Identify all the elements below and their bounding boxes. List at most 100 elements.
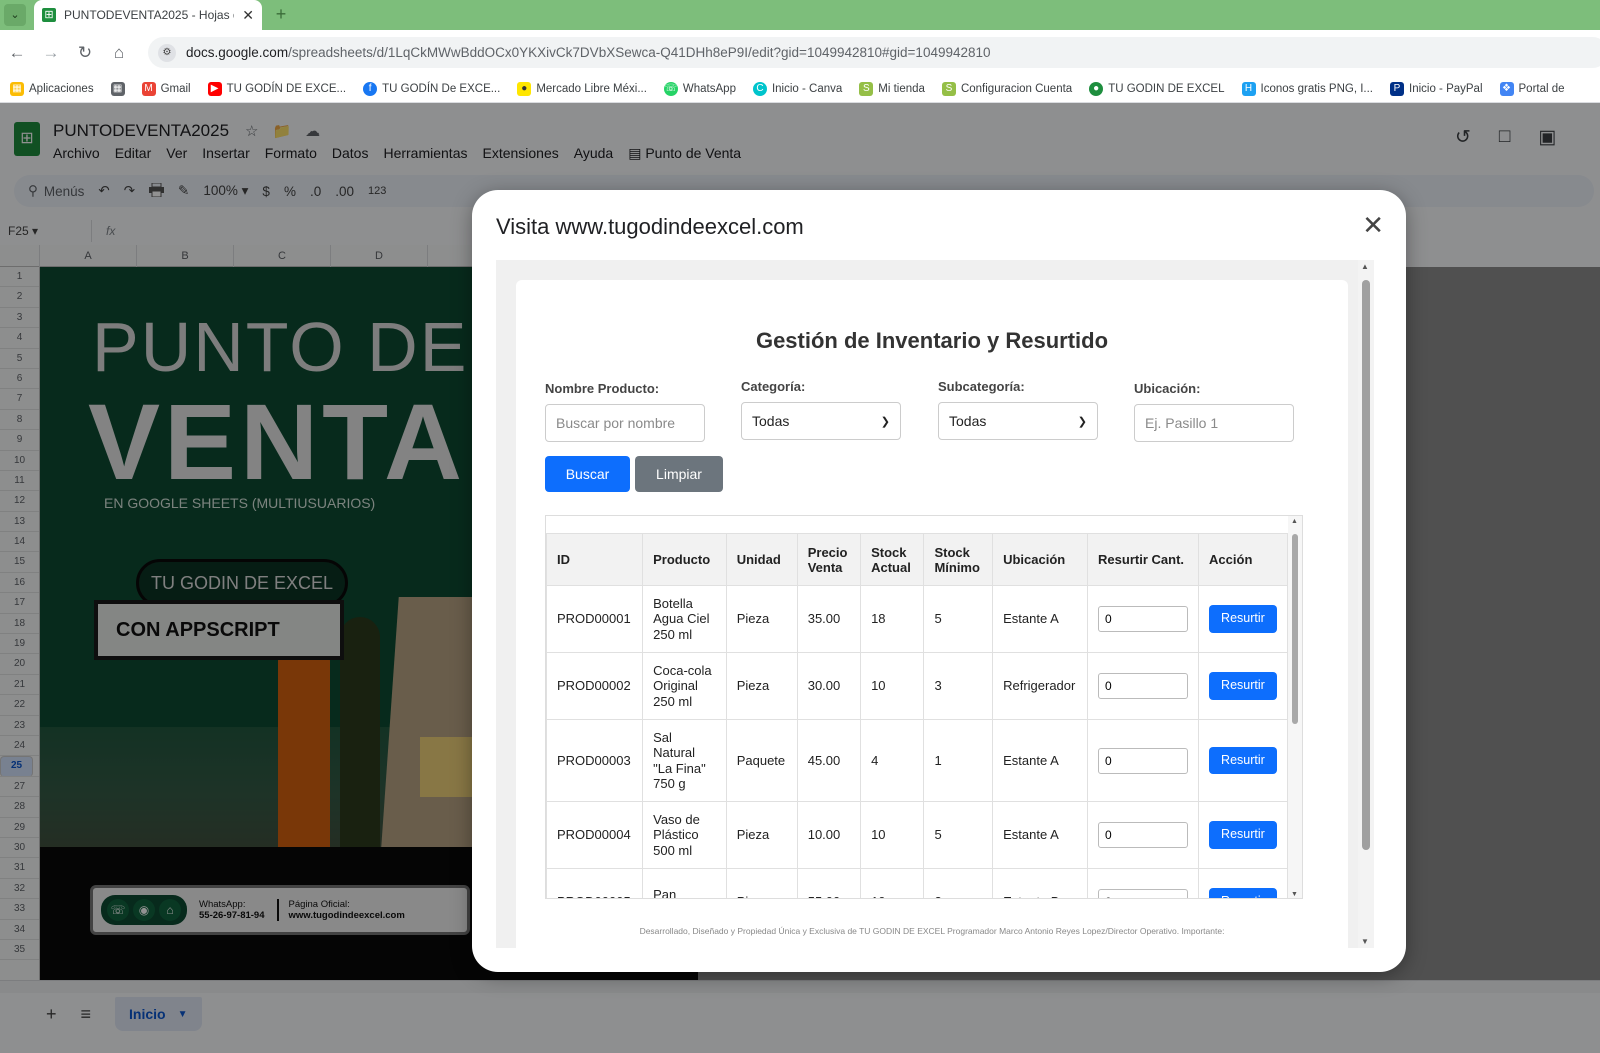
cell-unidad: Pieza — [725, 652, 798, 720]
limpiar-button[interactable]: Limpiar — [635, 456, 723, 492]
cell-stock-minimo: 5 — [923, 801, 994, 869]
bookmark-apps[interactable]: ▦ Aplicaciones — [10, 81, 94, 96]
bookmark-configuracion[interactable]: S Configuracion Cuenta — [941, 81, 1072, 96]
cell-accion: Resurtir — [1198, 868, 1288, 898]
cell-stock-actual: 10 — [860, 868, 925, 898]
cell-producto: Pan Bimbo — [642, 868, 727, 898]
reload-icon[interactable]: ↻ — [68, 43, 102, 63]
bookmark-grid[interactable]: ▦ — [110, 81, 125, 96]
ubicacion-label: Ubicación: — [1134, 381, 1201, 396]
scroll-up-icon[interactable]: ▲ — [1291, 518, 1298, 525]
scroll-down-icon[interactable]: ▼ — [1361, 937, 1369, 946]
bookmark-mi-tienda[interactable]: S Mi tienda — [859, 81, 925, 96]
table-row: PROD00001 Botella Agua Ciel 250 ml Pieza 35… — [546, 585, 1288, 653]
dialog: Visita www.tugodindeexcel.com ✕ Gestión … — [472, 190, 1406, 972]
resurtir-button[interactable]: Resurtir — [1209, 746, 1277, 775]
table-row: PROD00002 Coca-cola Original 250 ml Pieza 3… — [546, 652, 1288, 720]
new-tab-icon[interactable]: + — [270, 3, 292, 25]
dialog-title: Visita www.tugodindeexcel.com — [496, 214, 804, 239]
cell-resurtir-cant — [1087, 652, 1200, 720]
resurtir-button[interactable]: Resurtir — [1209, 672, 1277, 700]
bookmark-tu-godin[interactable]: ● TU GODIN DE EXCEL — [1089, 81, 1225, 96]
cell-stock-actual: 4 — [860, 719, 925, 802]
cell-ubicacion: Estante B — [992, 868, 1089, 898]
resurtir-quantity-input[interactable] — [1098, 606, 1189, 632]
bookmark-mercadolibre[interactable]: ● Mercado Libre Méxi... — [517, 81, 647, 96]
table-header-row: ID Producto Unidad Precio Venta Stock Ac… — [546, 533, 1288, 586]
inventory-table-container: ID Producto Unidad Precio Venta Stock Ac… — [545, 515, 1303, 899]
dialog-scrollbar[interactable]: ▲ ▼ — [1358, 260, 1374, 948]
table-scroll-thumb[interactable] — [1292, 534, 1298, 724]
cell-id: PROD00004 — [546, 801, 644, 869]
bookmark-gmail[interactable]: M Gmail — [141, 81, 191, 96]
cell-stock-minimo: 5 — [923, 585, 994, 653]
cell-id: PROD00001 — [546, 585, 644, 653]
cell-accion: Resurtir — [1198, 719, 1288, 802]
url-field[interactable]: ⚙ docs.google.com/spreadsheets/d/1LqCkMW… — [148, 37, 1600, 68]
resurtir-quantity-input[interactable] — [1098, 889, 1189, 898]
tab-close-icon[interactable]: ✕ — [242, 7, 254, 24]
ubicacion-input[interactable] — [1134, 404, 1294, 442]
subcategoria-select[interactable]: Todas ❯ — [938, 402, 1098, 440]
col-unidad: Unidad — [725, 533, 798, 586]
bookmarks-bar: ▦ Aplicaciones ▦ M Gmail ▶ TU GODÍN DE EXCE… — [0, 75, 1600, 103]
cell-stock-actual: 10 — [860, 801, 925, 869]
bookmark-portal[interactable]: ❖ Portal de — [1499, 81, 1565, 96]
cell-accion: Resurtir — [1198, 801, 1288, 869]
nombre-label: Nombre Producto: — [545, 381, 660, 396]
col-ubicacion: Ubicación — [992, 533, 1089, 586]
close-icon[interactable]: ✕ — [1362, 210, 1384, 241]
cell-stock-minimo: 3 — [923, 652, 994, 720]
bookmark-youtube[interactable]: ▶ TU GODÍN DE EXCE... — [207, 81, 346, 96]
scroll-down-icon[interactable]: ▼ — [1291, 891, 1298, 898]
cell-id: PROD00005 — [546, 868, 644, 898]
scroll-up-icon[interactable]: ▲ — [1361, 262, 1369, 271]
bookmark-facebook[interactable]: f TU GODÍN De EXCE... — [363, 81, 500, 96]
cell-precio: 45.00 — [796, 719, 862, 802]
tab-search-chevron-icon[interactable]: ⌄ — [4, 4, 26, 26]
footer-credits: Desarrollado, Diseñado y Propiedad Única… — [639, 926, 1225, 936]
cell-precio: 55.00 — [796, 868, 862, 898]
browser-tab-active[interactable]: ⊞ PUNTODEVENTA2025 - Hojas d ✕ — [34, 0, 262, 30]
bookmark-iconos[interactable]: H Iconos gratis PNG, I... — [1241, 81, 1373, 96]
cell-unidad: Paquete — [725, 719, 798, 802]
resurtir-quantity-input[interactable] — [1098, 822, 1189, 848]
dialog-scroll-thumb[interactable] — [1362, 280, 1370, 850]
forward-icon[interactable]: → — [34, 43, 68, 63]
cell-ubicacion: Estante A — [992, 585, 1089, 653]
browser-tab-bar: ⌄ ⊞ PUNTODEVENTA2025 - Hojas d ✕ + — [0, 0, 1600, 30]
table-scrollbar[interactable]: ▲ ▼ — [1288, 516, 1302, 898]
resurtir-quantity-input[interactable] — [1098, 673, 1189, 699]
sheets-favicon-icon: ⊞ — [42, 8, 56, 22]
cell-unidad: Pieza — [725, 801, 798, 869]
buscar-button[interactable]: Buscar — [545, 456, 630, 492]
dialog-content-frame: Gestión de Inventario y Resurtido Nombre… — [496, 260, 1374, 948]
cell-accion: Resurtir — [1198, 652, 1288, 720]
cell-resurtir-cant — [1087, 719, 1200, 802]
cell-producto: Sal Natural "La Fina" 750 g — [642, 719, 727, 802]
home-icon[interactable]: ⌂ — [102, 43, 136, 63]
cell-ubicacion: Estante A — [992, 801, 1089, 869]
subcategoria-label: Subcategoría: — [938, 379, 1025, 394]
table-row: PROD00004 Vaso de Plástico 500 ml Pieza 10.… — [546, 801, 1288, 869]
cell-ubicacion: Refrigerador — [992, 652, 1089, 720]
bookmark-paypal[interactable]: P Inicio - PayPal — [1390, 81, 1483, 96]
back-icon[interactable]: ← — [0, 43, 34, 63]
nombre-input[interactable] — [545, 404, 705, 442]
site-settings-icon[interactable]: ⚙ — [158, 43, 176, 62]
col-accion: Acción — [1198, 533, 1288, 586]
chevron-down-icon: ❯ — [1077, 415, 1087, 428]
cell-producto: Botella Agua Ciel 250 ml — [642, 585, 727, 653]
cell-unidad: Pieza — [725, 868, 798, 898]
resurtir-button[interactable]: Resurtir — [1209, 821, 1277, 849]
cell-stock-actual: 18 — [860, 585, 925, 653]
categoria-select[interactable]: Todas ❯ — [741, 402, 901, 440]
bookmark-whatsapp[interactable]: ☏ WhatsApp — [663, 81, 736, 96]
resurtir-button[interactable]: Resurtir — [1209, 605, 1277, 633]
cell-resurtir-cant — [1087, 868, 1200, 898]
categoria-label: Categoría: — [741, 379, 806, 394]
bookmark-canva[interactable]: C Inicio - Canva — [752, 81, 842, 96]
resurtir-button[interactable]: Resurtir — [1209, 888, 1277, 898]
col-stock-actual: Stock Actual — [860, 533, 925, 586]
resurtir-quantity-input[interactable] — [1098, 747, 1189, 774]
